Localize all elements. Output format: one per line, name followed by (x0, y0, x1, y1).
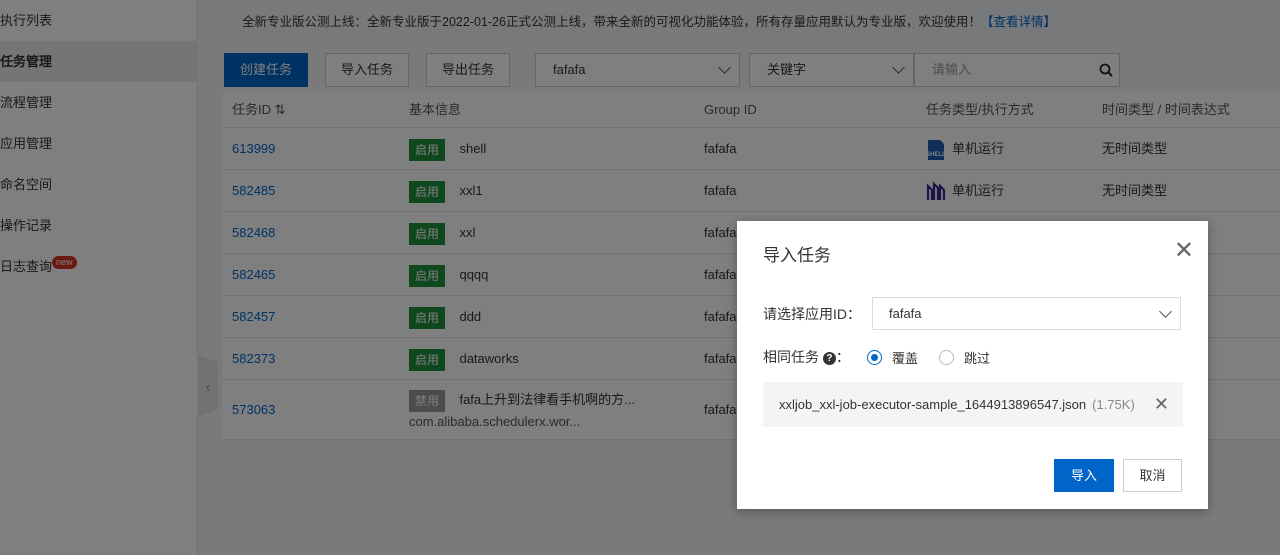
dialog-title: 导入任务 (763, 246, 831, 265)
import-confirm-button[interactable]: 导入 (1054, 459, 1114, 492)
radio-label: 跳过 (964, 351, 991, 366)
radio-checked-icon (867, 350, 882, 365)
radio-overwrite[interactable]: 覆盖 (867, 348, 918, 367)
uploaded-file: xxljob_xxl-job-executor-sample_164491389… (763, 382, 1183, 427)
radio-label: 覆盖 (892, 351, 919, 366)
app-id-value: fafafa (889, 306, 922, 321)
label-text: 相同任务 (763, 349, 819, 365)
file-size: (1.75K) (1092, 397, 1135, 412)
app-id-label: 请选择应用ID： (763, 306, 861, 322)
same-task-label: 相同任务 ?： (763, 347, 850, 367)
app-id-select[interactable]: fafafa (872, 297, 1181, 330)
import-task-dialog: 导入任务 ✕ 请选择应用ID： fafafa 相同任务 ?： 覆盖 跳过 xxl… (737, 221, 1208, 509)
chevron-down-icon (1159, 305, 1172, 318)
file-name: xxljob_xxl-job-executor-sample_164491389… (779, 397, 1087, 412)
radio-unchecked-icon (939, 350, 954, 365)
colon: ： (835, 349, 850, 365)
cancel-button[interactable]: 取消 (1123, 459, 1182, 492)
help-icon[interactable]: ? (822, 351, 836, 365)
close-icon[interactable]: ✕ (1174, 239, 1194, 263)
remove-file-icon[interactable]: ✕ (1154, 382, 1169, 427)
radio-skip[interactable]: 跳过 (939, 348, 990, 367)
